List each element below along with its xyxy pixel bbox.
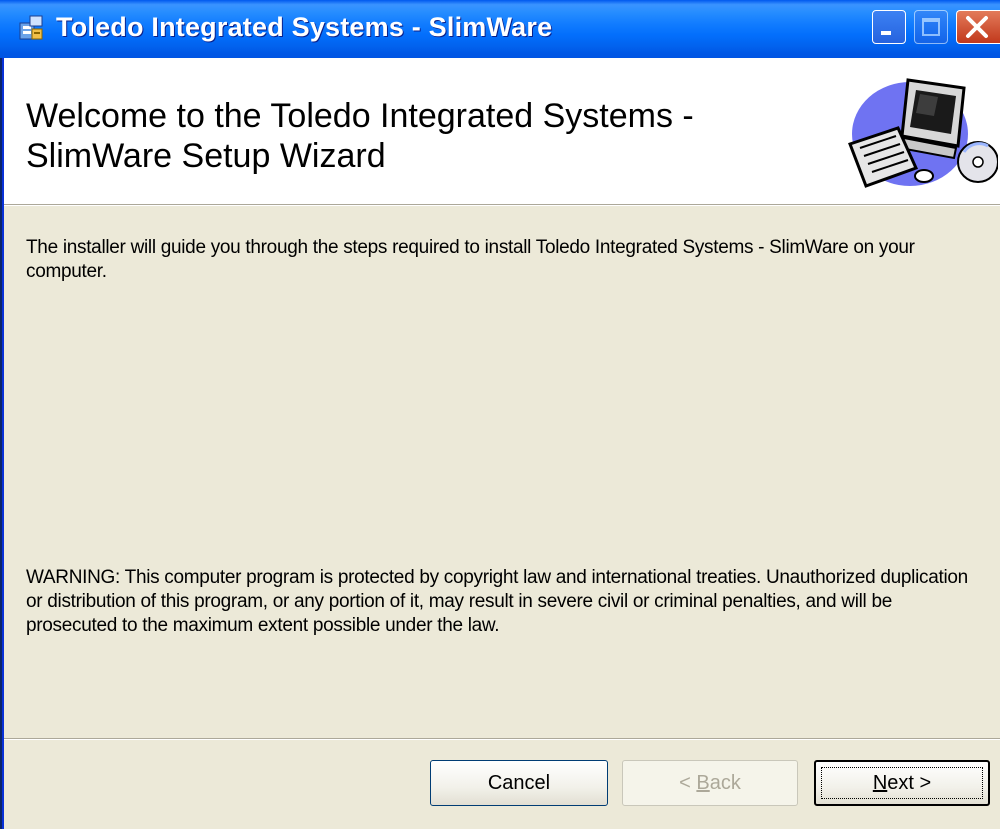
window-title: Toledo Integrated Systems - SlimWare [56, 12, 553, 42]
back-mnemonic: B [696, 771, 710, 794]
cancel-button[interactable]: Cancel [430, 760, 608, 806]
title-bar[interactable]: Toledo Integrated Systems - SlimWare [0, 0, 1000, 58]
computer-setup-icon [848, 78, 998, 188]
next-button[interactable]: Next > [814, 760, 990, 806]
installer-icon [19, 15, 43, 40]
wizard-heading-line1: Welcome to the Toledo Integrated Systems… [26, 97, 694, 135]
close-button[interactable] [956, 10, 1000, 44]
back-button[interactable]: < Back [622, 760, 798, 806]
close-icon [966, 16, 988, 38]
wizard-heading: Welcome to the Toledo Integrated Systems… [26, 96, 816, 176]
intro-text: The installer will guide you through the… [26, 237, 915, 282]
banner-divider-highlight [4, 205, 1000, 206]
wizard-heading-line2: SlimWare Setup Wizard [26, 137, 386, 175]
maximize-icon [922, 18, 940, 36]
copyright-warning: WARNING: This computer program is protec… [26, 567, 968, 636]
minimize-icon [881, 31, 891, 35]
focus-rectangle [821, 767, 983, 799]
maximize-button[interactable] [914, 10, 948, 44]
back-prefix: < [679, 771, 697, 794]
back-button-label: < Back [679, 772, 741, 795]
button-area-divider-highlight [4, 739, 1000, 740]
back-rest: ack [709, 771, 741, 794]
minimize-button[interactable] [872, 10, 906, 44]
cancel-button-label: Cancel [487, 771, 551, 794]
